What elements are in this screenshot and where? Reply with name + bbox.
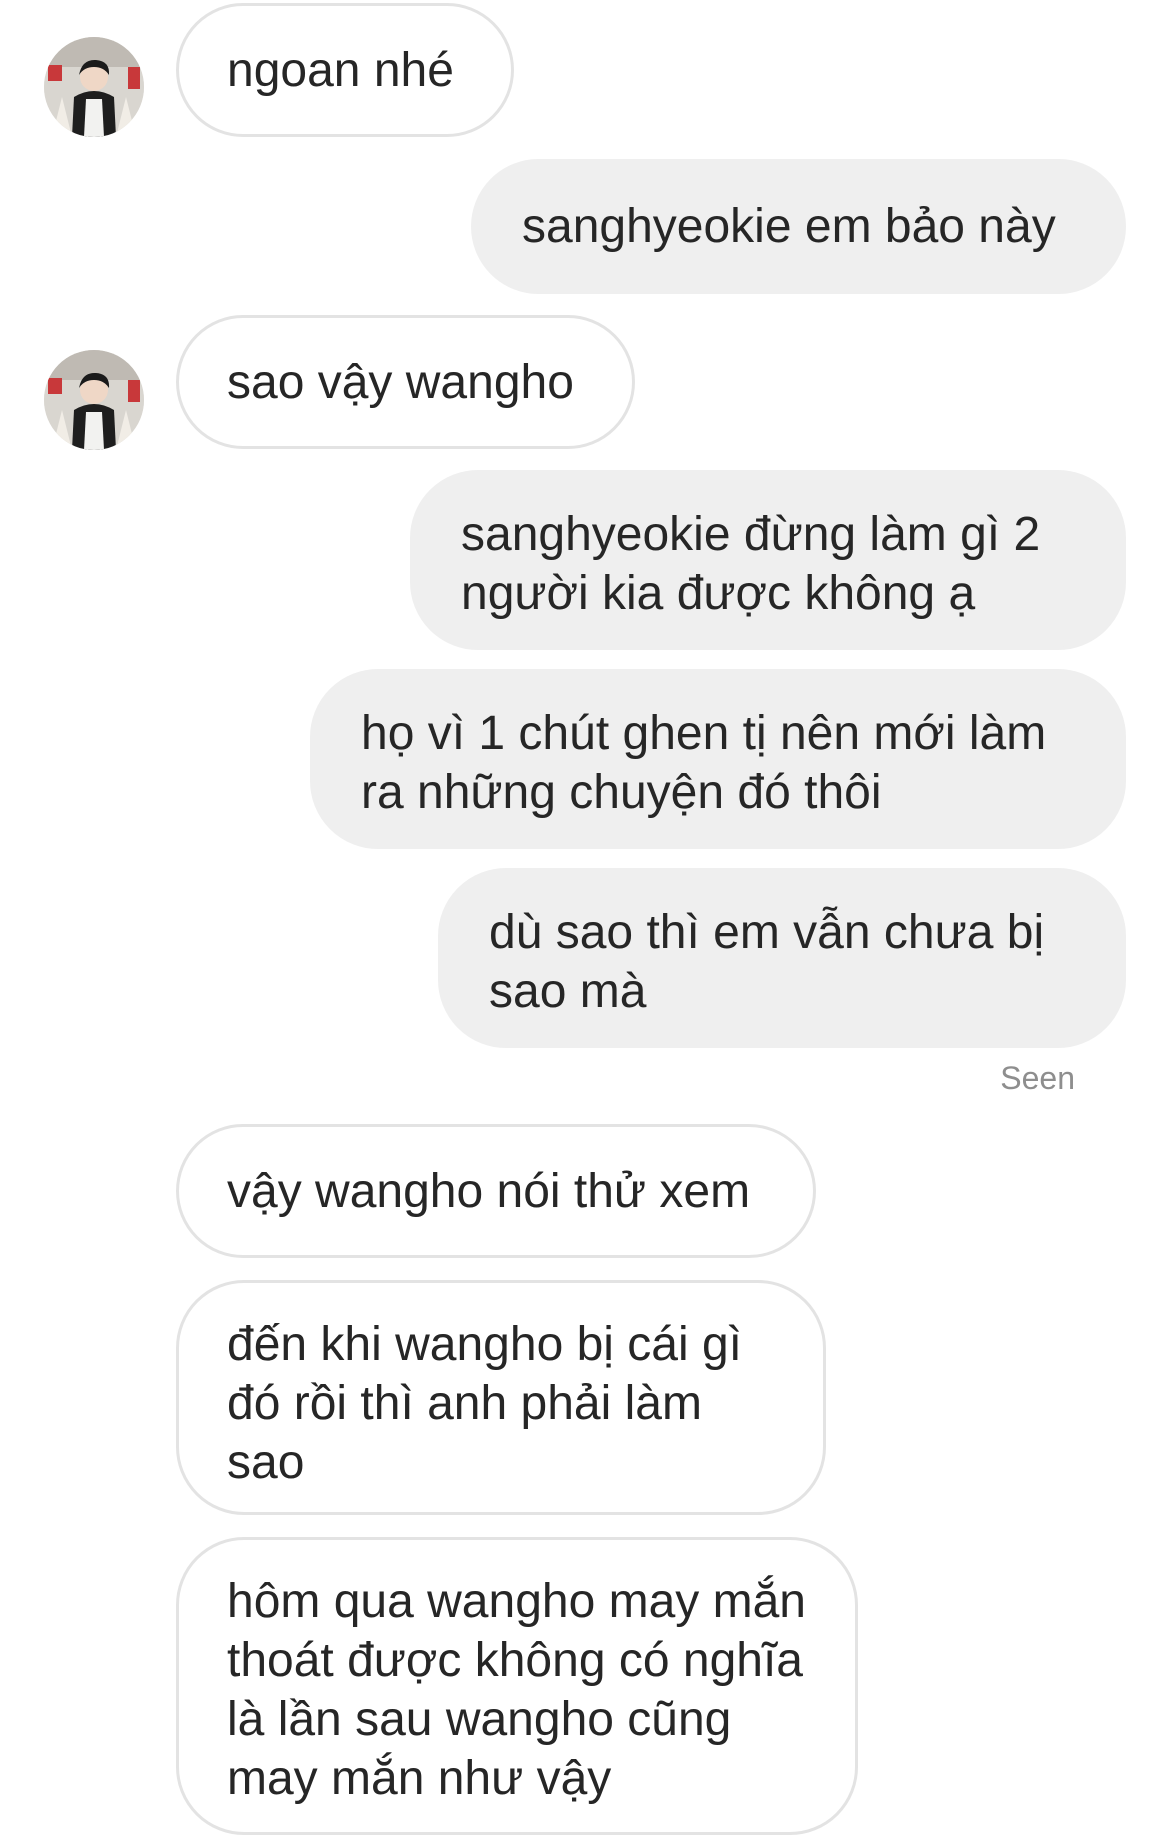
contact-avatar[interactable] bbox=[44, 37, 144, 137]
avatar-photo-icon bbox=[44, 350, 144, 450]
message-text: sao vậy wangho bbox=[227, 355, 574, 409]
message-bubble-outgoing[interactable]: dù sao thì em vẫn chưa bị sao mà bbox=[438, 868, 1126, 1048]
message-text: ngoan nhé bbox=[227, 43, 454, 97]
message-bubble-outgoing[interactable]: sanghyeokie đừng làm gì 2 người kia được… bbox=[410, 470, 1126, 650]
message-bubble-incoming[interactable]: hôm qua wangho may mắn thoát được không … bbox=[176, 1537, 858, 1835]
message-text: dù sao thì em vẫn chưa bị sao mà bbox=[489, 906, 1045, 1018]
message-bubble-incoming[interactable]: đến khi wangho bị cái gì đó rồi thì anh … bbox=[176, 1280, 826, 1515]
contact-avatar[interactable] bbox=[44, 350, 144, 450]
message-text: hôm qua wangho may mắn thoát được không … bbox=[227, 1575, 806, 1805]
message-bubble-outgoing[interactable]: họ vì 1 chút ghen tị nên mới làm ra nhữn… bbox=[310, 669, 1126, 849]
avatar-photo-icon bbox=[44, 37, 144, 137]
seen-receipt: Seen bbox=[1000, 1060, 1075, 1096]
message-bubble-incoming[interactable]: sao vậy wangho bbox=[176, 315, 635, 449]
message-text: đến khi wangho bị cái gì đó rồi thì anh … bbox=[227, 1318, 743, 1489]
message-text: sanghyeokie em bảo này bbox=[522, 200, 1056, 253]
message-text: vậy wangho nói thử xem bbox=[227, 1164, 751, 1218]
message-text: họ vì 1 chút ghen tị nên mới làm ra nhữn… bbox=[361, 707, 1047, 819]
message-bubble-incoming[interactable]: vậy wangho nói thử xem bbox=[176, 1124, 816, 1258]
message-bubble-incoming[interactable]: ngoan nhé bbox=[176, 3, 514, 137]
message-text: sanghyeokie đừng làm gì 2 người kia được… bbox=[461, 508, 1041, 620]
message-bubble-outgoing[interactable]: sanghyeokie em bảo này bbox=[471, 159, 1126, 294]
